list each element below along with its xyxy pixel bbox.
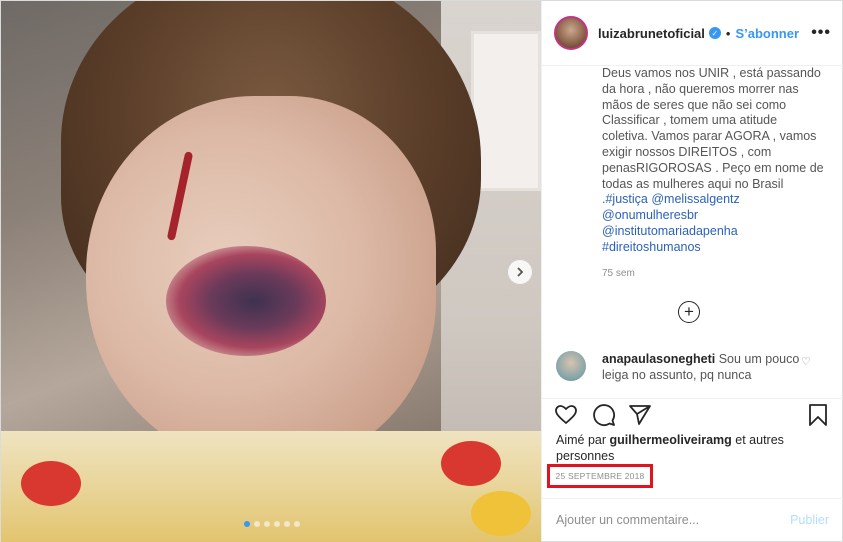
more-options-button[interactable]: ••• [811,24,831,42]
plus-circle-icon[interactable]: + [678,301,700,323]
background-frame [471,31,541,191]
post-side-panel: luizabrunetoficial ✓ • S’abonner ••• Deu… [541,1,843,541]
comment-icon[interactable] [592,403,616,427]
post-caption: Deus vamos nos UNIR , está passando da h… [602,66,824,256]
chevron-right-icon [517,267,524,277]
post-header: luizabrunetoficial ✓ • S’abonner ••• [542,1,843,66]
post-username[interactable]: luizabrunetoficial [598,26,705,41]
separator: • [725,25,731,41]
carousel-dot [244,521,250,527]
mention-link[interactable]: @melissalgentz [651,192,739,206]
mention-link[interactable]: @onumulheresbr [602,208,698,222]
post-photo[interactable] [1,1,541,542]
avatar[interactable] [554,16,588,50]
carousel-dot [284,521,290,527]
verified-icon: ✓ [708,27,721,39]
caption-text: Deus vamos nos UNIR , está passando da h… [602,66,824,207]
post-date[interactable]: 25 SEPTEMBRE 2018 [556,471,645,481]
likes-user-link[interactable]: guilhermeoliveiramg [610,433,732,447]
follow-button[interactable]: S’abonner [735,26,799,41]
heart-icon[interactable] [554,403,578,427]
instagram-post-window: luizabrunetoficial ✓ • S’abonner ••• Deu… [0,0,843,542]
action-bar [542,398,843,432]
heart-icon[interactable]: ♡ [801,355,811,368]
bookmark-icon[interactable] [806,403,830,427]
hashtag-link[interactable]: #direitoshumanos [602,240,701,254]
hashtag-link[interactable]: #justiça [605,192,647,206]
carousel-next-button[interactable] [508,260,532,284]
comment-text: anapaulasonegheti Sou um pouco leiga no … [602,351,802,383]
carousel-dot [264,521,270,527]
caption-timestamp[interactable]: 75 sem [602,268,635,279]
comment-input[interactable] [556,513,791,527]
mention-link[interactable]: @institutomariadapenha [602,224,738,238]
publish-button[interactable]: Publier [790,513,829,527]
carousel-indicator [244,521,300,527]
share-icon[interactable] [628,403,652,427]
carousel-dot [274,521,280,527]
likes-prefix: Aimé par [556,433,607,447]
carousel-dot [254,521,260,527]
avatar[interactable] [556,351,586,381]
photo-bruise [166,246,326,356]
comment-username[interactable]: anapaulasonegheti [602,352,715,366]
likes-summary: Aimé par guilhermeoliveiramg et autres p… [556,432,843,464]
add-comment-bar: Publier [542,498,843,541]
date-highlight-box: 25 SEPTEMBRE 2018 [547,464,653,488]
carousel-dot [294,521,300,527]
comments-section[interactable]: Deus vamos nos UNIR , está passando da h… [542,66,843,398]
